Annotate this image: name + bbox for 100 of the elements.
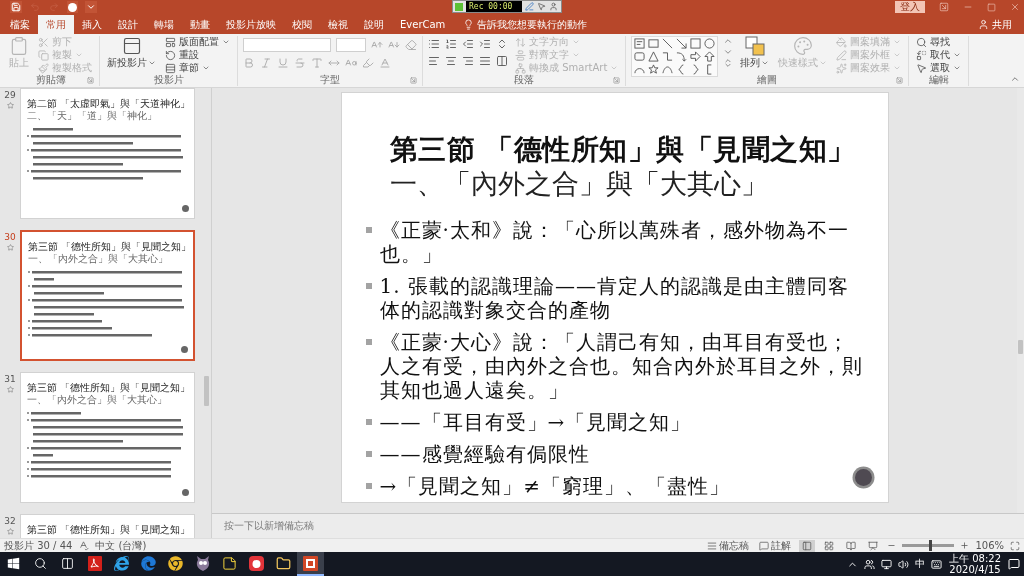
eraser-icon: [405, 39, 417, 51]
rectangle-icon[interactable]: [690, 38, 702, 49]
slide-thumbnail[interactable]: 第二節 「太虛即氣」與「天道神化」 二、「天」「道」與「神化」: [20, 88, 195, 219]
slide-thumbnail[interactable]: 第三節 「德性所知」與「見聞之知」 一、「內外之合」與「大其心」: [20, 372, 195, 503]
line-spacing-button[interactable]: [496, 38, 508, 50]
ribbon-tab[interactable]: 動畫: [182, 15, 218, 34]
status-lamp-icon: [455, 2, 463, 11]
ribbon-button[interactable]: 版面配置: [163, 36, 232, 48]
ribbon-button[interactable]: 選取: [914, 62, 964, 74]
view-button[interactable]: [799, 539, 816, 552]
thumbnail-title: 第三節 「德性所知」與「見聞之知」: [27, 524, 190, 536]
corners-icon: [1010, 540, 1020, 551]
font-color-button[interactable]: [379, 57, 391, 69]
text-box-icon[interactable]: [634, 38, 646, 49]
ribbon-button[interactable]: 新投影片: [105, 36, 158, 74]
clock-date: 2020/4/15: [949, 564, 1001, 575]
rounded-rectangle-icon[interactable]: [634, 51, 646, 62]
numbered-list-icon: [445, 38, 457, 50]
ribbon-button[interactable]: 排列: [738, 36, 772, 74]
owl-icon: [195, 555, 210, 571]
a-down-arrow-icon: [388, 39, 400, 51]
bullets-button[interactable]: [428, 38, 440, 50]
clock-button[interactable]: 上午 08:22 2020/4/15: [948, 553, 1002, 575]
up-arrow-icon[interactable]: [704, 51, 716, 62]
highlight-button[interactable]: [362, 57, 374, 69]
curve-icon[interactable]: [662, 64, 674, 75]
slide-thumbnail[interactable]: 第三節 「德性所知」與「見聞之知」: [20, 514, 195, 538]
clock-time: 上午 08:22: [949, 553, 1001, 564]
sign-in-button[interactable]: 登入: [895, 1, 925, 13]
align-center-button[interactable]: [445, 55, 457, 67]
quick-access-button[interactable]: [67, 1, 78, 13]
star-shape-icon[interactable]: [648, 64, 660, 75]
scrollbar-thumb[interactable]: [1018, 340, 1023, 354]
numbering-button[interactable]: [445, 38, 457, 50]
group-label: 剪貼簿: [35, 74, 66, 86]
bullet-list-icon: [428, 38, 440, 50]
ribbon-tab[interactable]: 轉場: [146, 15, 182, 34]
right-arrow-icon[interactable]: [690, 51, 702, 62]
font-size-field[interactable]: [336, 38, 366, 52]
share-button[interactable]: 共用: [976, 15, 1014, 34]
corner-arrow-icon: [939, 2, 949, 12]
star-icon: [6, 386, 14, 393]
circle-icon: [182, 489, 189, 496]
scrollbar-thumb[interactable]: [204, 376, 209, 406]
input-method-indicator[interactable]: 中: [915, 558, 925, 570]
palette-icon: [792, 36, 813, 56]
ribbon-options-button[interactable]: [939, 2, 949, 12]
grow-font-button[interactable]: [371, 39, 383, 51]
ribbon-tab[interactable]: 插入: [74, 15, 110, 34]
comments-button[interactable]: 註解: [757, 539, 794, 552]
italic-icon: [260, 57, 272, 69]
group-label: 字型: [320, 74, 340, 86]
justify-button[interactable]: [479, 55, 491, 67]
font-name-field[interactable]: [243, 38, 331, 52]
ribbon-button[interactable]: 重設: [163, 49, 232, 61]
change-case-button[interactable]: [345, 57, 357, 69]
elbow-connector-icon[interactable]: [662, 51, 674, 62]
taskbar-app-button[interactable]: [297, 552, 324, 576]
ribbon-button[interactable]: 尋找: [914, 36, 964, 48]
close-button[interactable]: [1010, 2, 1020, 12]
ribbon-button[interactable]: 章節: [163, 62, 232, 74]
notes-button[interactable]: 備忘稿: [705, 539, 752, 552]
curved-arrow-icon[interactable]: [676, 51, 688, 62]
person-icon: [978, 19, 989, 30]
slide-thumbnail[interactable]: 第三節 「德性所知」與「見聞之知」 一、「內外之合」與「大其心」: [20, 230, 195, 361]
group-label: 段落: [514, 74, 535, 86]
ribbon-tab[interactable]: 常用: [38, 15, 74, 34]
outdent-icon: [462, 38, 474, 50]
ribbon-tab[interactable]: 說明: [356, 15, 392, 34]
slider-thumb[interactable]: [928, 540, 932, 551]
caret-icon: [86, 2, 96, 12]
align-right-button[interactable]: [462, 55, 474, 67]
ribbon-tab[interactable]: 檔案: [2, 15, 38, 34]
align-left-button[interactable]: [428, 55, 440, 67]
increase-indent-button[interactable]: [479, 38, 491, 50]
ribbon-button[interactable]: 取代: [914, 49, 964, 61]
tell-me-search[interactable]: 告訴我您想要執行的動作: [457, 15, 594, 34]
decrease-indent-button[interactable]: [462, 38, 474, 50]
oval-icon[interactable]: [704, 38, 716, 49]
clear-format-button[interactable]: [405, 39, 417, 51]
speech-bubble-icon: [1008, 558, 1020, 570]
thumbnail-subtitle: 一、「內外之合」與「大其心」: [27, 394, 168, 406]
bold-icon: [243, 57, 255, 69]
triangle-icon[interactable]: [648, 51, 660, 62]
paint-bucket-icon: [836, 36, 848, 48]
columns-button[interactable]: [496, 55, 508, 67]
ribbon-tab[interactable]: EverCam: [392, 15, 454, 34]
ribbon-tab[interactable]: 校閱: [284, 15, 320, 34]
bullet-text: ——「耳目有受」→「見聞之知」: [379, 410, 692, 434]
ribbon-tab[interactable]: 設計: [110, 15, 146, 34]
quick-access-button[interactable]: [85, 1, 97, 13]
shrink-font-button[interactable]: [388, 39, 400, 51]
quick-access-button[interactable]: [10, 1, 22, 13]
ribbon-tab[interactable]: 檢視: [320, 15, 356, 34]
rectangle-icon[interactable]: [648, 38, 660, 49]
maximize-button[interactable]: [987, 2, 996, 12]
arrow-line-icon[interactable]: [676, 38, 688, 49]
ribbon-tab[interactable]: 投影片放映: [218, 15, 284, 34]
underline-button[interactable]: [277, 57, 289, 69]
line-icon[interactable]: [662, 38, 674, 49]
